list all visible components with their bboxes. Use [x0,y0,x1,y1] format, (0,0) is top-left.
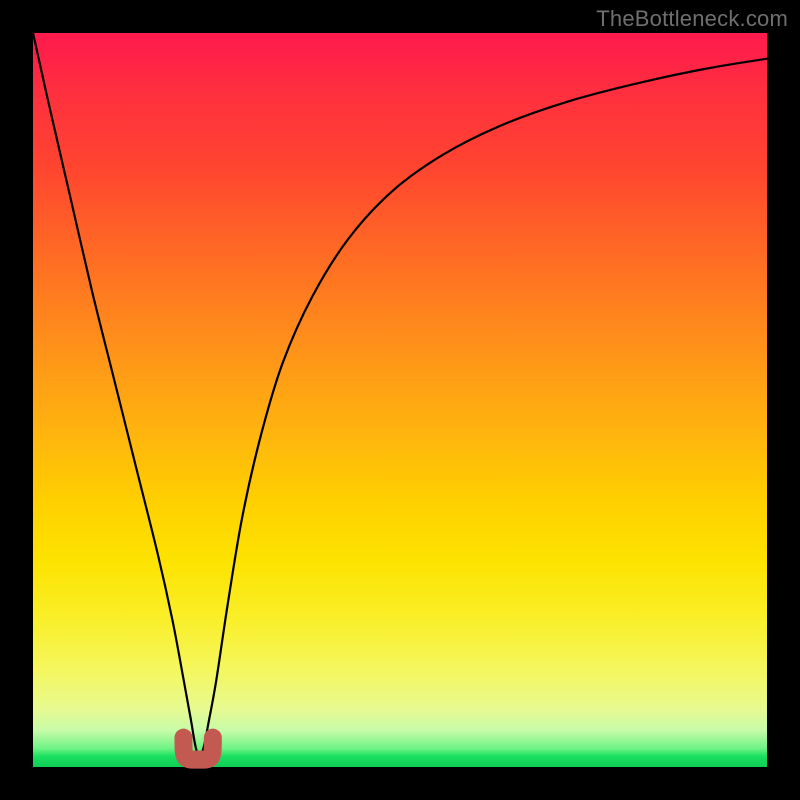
chart-frame: TheBottleneck.com [0,0,800,800]
plot-area [33,33,767,767]
u-marker [183,738,212,760]
bottleneck-curve [33,33,767,755]
watermark-text: TheBottleneck.com [596,6,788,32]
bottleneck-curve-svg [33,33,767,767]
